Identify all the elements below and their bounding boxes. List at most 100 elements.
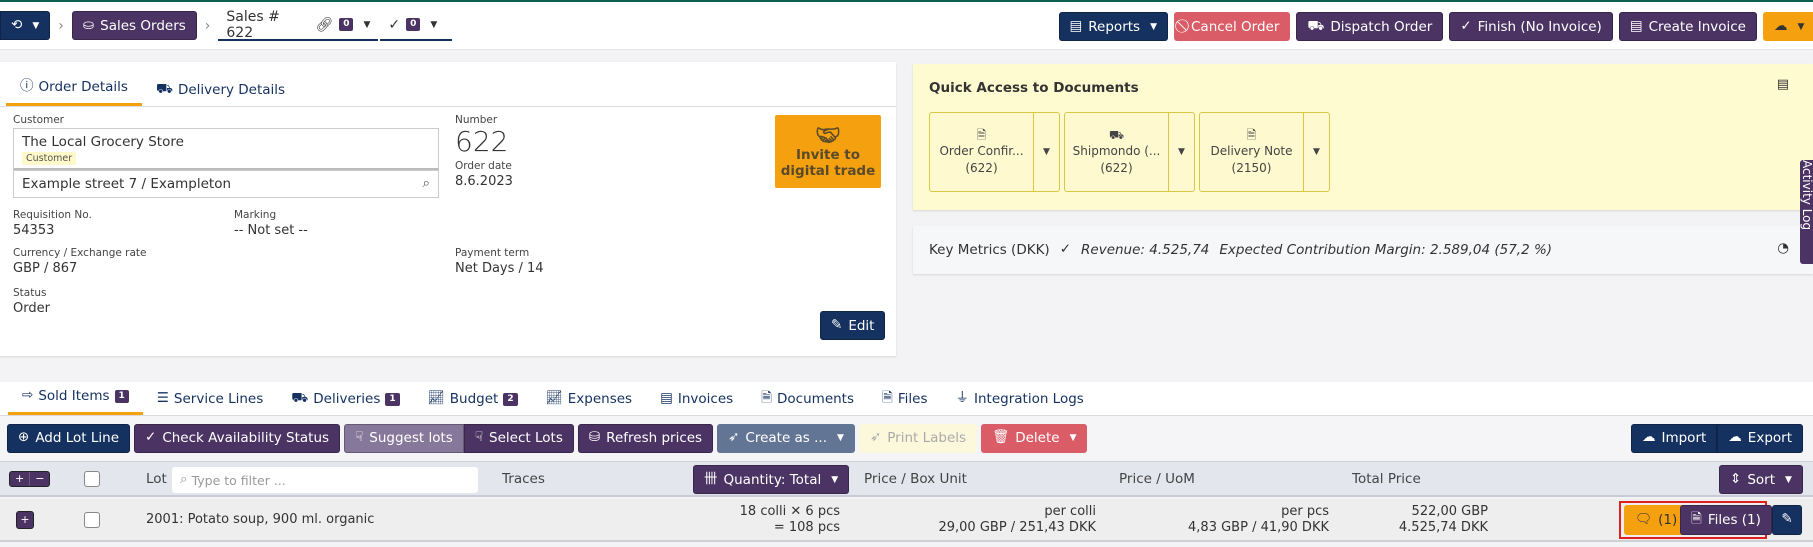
column-price-box-unit: Price / Box Unit: [864, 470, 967, 487]
tab-files[interactable]: 🗎 Files: [868, 383, 941, 415]
margin-value: Expected Contribution Margin: 2.589,04 (…: [1219, 242, 1553, 258]
chevron-down-icon: ▼: [1150, 21, 1157, 32]
doc-tile-shipmondo[interactable]: ⛟ Shipmondo (... (622) ▼: [1064, 112, 1195, 192]
import-export-group: ☁ Import ☁ Export: [1630, 423, 1803, 453]
reports-button[interactable]: ▤ Reports ▼: [1058, 12, 1168, 41]
hand-pointer-icon: ☟: [355, 429, 364, 446]
key-metrics-title: Key Metrics (DKK): [929, 242, 1050, 258]
info-icon: ⓘ: [20, 78, 34, 95]
column-traces: Traces: [502, 470, 545, 487]
files-button[interactable]: 🗎 Files (1): [1680, 505, 1772, 535]
print-labels-button[interactable]: ➶ Print Labels: [858, 423, 978, 453]
tab-integration-logs[interactable]: ⏚ Integration Logs: [942, 383, 1098, 415]
chevron-down-icon[interactable]: ▼: [1304, 113, 1329, 191]
collapse-all-button[interactable]: −: [30, 472, 49, 486]
create-as-button[interactable]: ➶ Create as ... ▼: [717, 423, 855, 453]
cloud-download-icon: ☁: [1774, 17, 1788, 34]
dispatch-order-button[interactable]: ⛟ Dispatch Order: [1296, 12, 1444, 41]
doc-tile-order-confirmation[interactable]: 🗎 Order Confir... (622) ▼: [929, 112, 1060, 192]
chevron-down-icon: ▼: [430, 19, 438, 30]
gauge-icon[interactable]: ◔: [1777, 241, 1789, 256]
chevron-down-icon: ▼: [32, 20, 40, 31]
link-icon: 🔗︎: [315, 16, 334, 33]
send-icon: ➶: [869, 429, 882, 446]
history-icon: ⟲: [11, 16, 23, 33]
price-uom-cell: per pcs 4,83 GBP / 41,90 DKK: [1188, 504, 1329, 535]
table-row[interactable]: + 2001: Potato soup, 900 ml. organic 18 …: [0, 499, 1813, 542]
address-field[interactable]: Example street 7 / Exampleton ⌕: [13, 170, 439, 198]
tab-order-details[interactable]: ⓘ Order Details: [6, 71, 142, 106]
cloud-download-icon: ☁: [1728, 429, 1742, 446]
chevron-down-icon[interactable]: ▼: [363, 20, 370, 30]
invite-digital-trade-button[interactable]: 🤝︎ Invite to digital trade: [775, 115, 881, 188]
search-icon[interactable]: ⌕: [422, 177, 430, 191]
customer-name: The Local Grocery Store: [22, 134, 184, 150]
tab-deliveries[interactable]: ⛟ Deliveries 1: [277, 383, 413, 415]
doc-tile-delivery-note[interactable]: 🗎 Delivery Note (2150) ▼: [1199, 112, 1330, 192]
send-icon: ➶: [728, 429, 740, 446]
quantity-total-dropdown[interactable]: 卌 Quantity: Total ▼: [693, 465, 850, 494]
marking-field: Marking -- Not set --: [234, 209, 308, 238]
tab-sold-items[interactable]: ⇨ Sold Items 1: [8, 380, 143, 415]
select-all-checkbox[interactable]: [84, 471, 100, 487]
breadcrumb-separator: ›: [204, 17, 211, 34]
order-details-card: ⓘ Order Details ⛟ Delivery Details Custome…: [0, 62, 896, 356]
trash-icon: 🗑︎: [992, 429, 1010, 446]
tab-invoices[interactable]: ▤ Invoices: [646, 383, 747, 415]
tab-budget[interactable]: 📈︎ Budget 2: [414, 383, 532, 415]
create-invoice-button[interactable]: ▤ Create Invoice: [1618, 12, 1757, 41]
edit-button[interactable]: ✎ Edit: [820, 311, 886, 340]
order-number: 622: [455, 125, 509, 158]
row-checkbox[interactable]: [84, 512, 100, 528]
add-lot-line-button[interactable]: ⊕ Add Lot Line: [7, 423, 131, 453]
quantity-cell: 18 colli ✕ 6 pcs = 108 pcs: [739, 504, 840, 535]
lot-filter-input[interactable]: ⌕ Type to filter ...: [172, 467, 478, 493]
report-icon: ▤: [1069, 17, 1083, 34]
column-lot: Lot: [146, 470, 167, 487]
tab-delivery-details[interactable]: ⛟ Delivery Details: [142, 74, 299, 106]
links-count-badge: 0: [339, 18, 354, 31]
line-tabs: ⇨ Sold Items 1 ☰ Service Lines ⛟ Deliveries 1…: [0, 382, 1813, 416]
expand-row-button[interactable]: +: [16, 511, 34, 529]
export-button[interactable]: ☁ Export: [1717, 423, 1803, 453]
checks-dropdown[interactable]: ✓ 0 ▼: [380, 11, 453, 41]
customer-label: Customer: [13, 114, 65, 126]
cloud-download-button[interactable]: ☁ ▼: [1763, 12, 1813, 41]
expand-all-button[interactable]: +: [10, 472, 31, 486]
sort-button[interactable]: ⇕ Sort ▼: [1719, 465, 1803, 494]
invoice-icon: ▤: [1629, 17, 1643, 34]
customer-field[interactable]: The Local Grocery Store Customer: [13, 128, 439, 170]
status-field: Status Order: [13, 287, 50, 316]
history-button[interactable]: ⟲ ▼: [0, 11, 51, 40]
check-icon: ✓: [145, 429, 157, 446]
chevron-down-icon[interactable]: ▼: [1169, 113, 1194, 191]
edit-row-button[interactable]: ✎: [1772, 505, 1802, 535]
order-tabs: ⓘ Order Details ⛟ Delivery Details: [0, 62, 896, 107]
tab-documents[interactable]: 🗎 Documents: [747, 383, 868, 415]
currency-field: Currency / Exchange rate GBP / 867: [13, 247, 147, 276]
breadcrumb-sales-orders[interactable]: ⛀ Sales Orders: [71, 11, 197, 40]
activity-log-tab[interactable]: Activity Log: [1800, 160, 1813, 264]
check-icon: ✓: [388, 16, 401, 33]
select-lots-button[interactable]: ☟ Select Lots: [463, 423, 574, 453]
tab-service-lines[interactable]: ☰ Service Lines: [143, 383, 277, 415]
chevron-down-icon[interactable]: ▼: [1034, 113, 1059, 191]
payment-term-field: Payment term Net Days / 14: [455, 247, 544, 276]
finish-no-invoice-button[interactable]: ✓ Finish (No Invoice): [1449, 12, 1613, 41]
tab-expenses[interactable]: 📈︎ Expenses: [532, 383, 646, 415]
number-field: Number 622 Order date 8.6.2023: [455, 114, 513, 189]
price-box-cell: per colli 29,00 GBP / 251,43 DKK: [938, 504, 1096, 535]
record-tab[interactable]: Sales # 622 🔗︎ 0 ▼: [218, 9, 379, 41]
suggest-lots-button[interactable]: ☟ Suggest lots: [344, 423, 464, 453]
header-bar: ⟲ ▼ › ⛀ Sales Orders › Sales # 622 🔗︎ 0 ▼ …: [0, 2, 1813, 50]
import-button[interactable]: ☁ Import: [1630, 423, 1718, 453]
delete-button[interactable]: 🗑︎ Delete ▼: [981, 423, 1088, 453]
check-availability-button[interactable]: ✓ Check Availability Status: [134, 423, 341, 453]
cancel-order-button[interactable]: ⃠Cancel Order: [1174, 12, 1291, 41]
line-toolbar: ⊕ Add Lot Line ✓ Check Availability Status…: [0, 416, 1813, 460]
comments-button[interactable]: 🗨︎ (1): [1624, 505, 1689, 535]
pdf-icon: 🗎: [976, 128, 987, 142]
document-icon[interactable]: ▤: [1777, 78, 1789, 91]
order-date: 8.6.2023: [455, 174, 513, 189]
refresh-prices-button[interactable]: ⛁ Refresh prices: [577, 423, 714, 453]
